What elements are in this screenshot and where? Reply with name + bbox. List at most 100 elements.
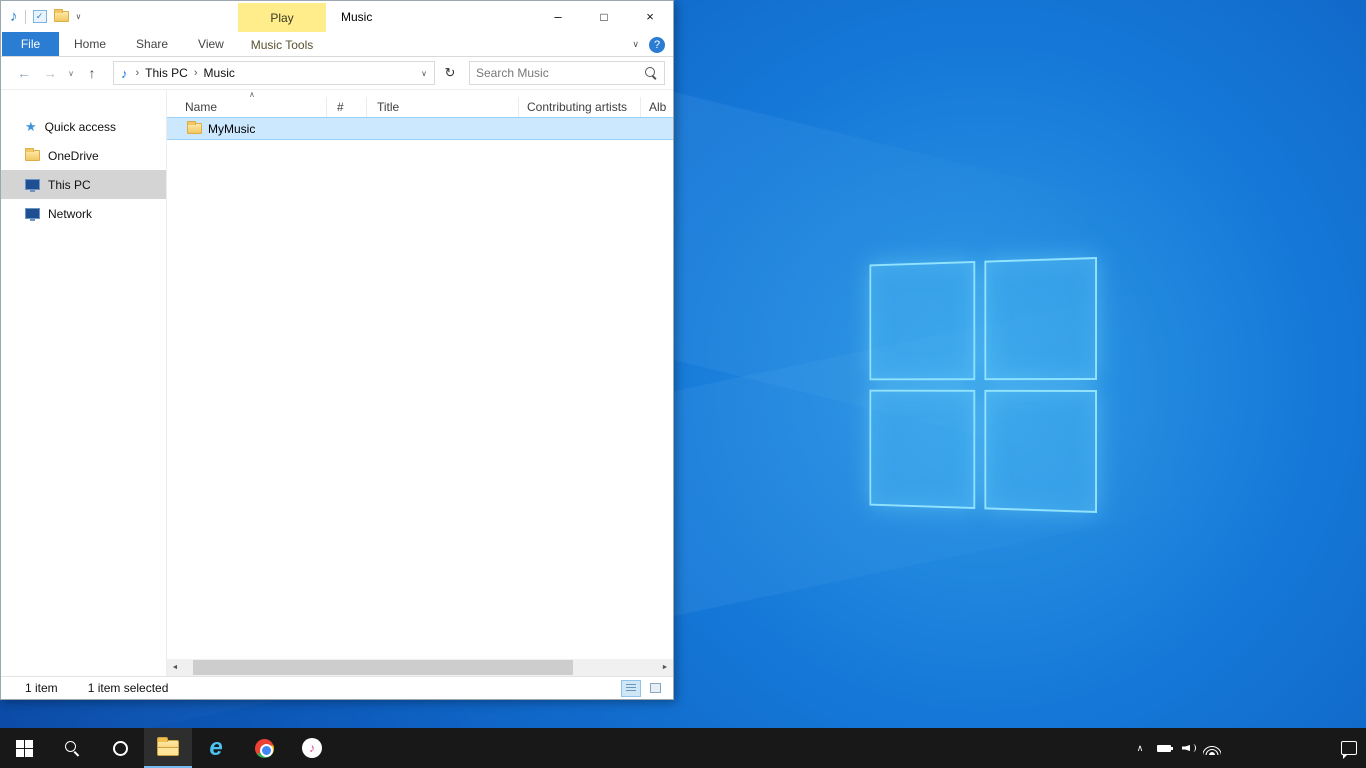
breadcrumb-chevron-icon: ›: [134, 67, 142, 79]
sidebar-item-label: This PC: [48, 178, 91, 192]
tab-share[interactable]: Share: [121, 32, 183, 56]
column-header-title[interactable]: Title: [367, 97, 519, 117]
windows-logo-pane: [984, 390, 1097, 513]
address-dropdown-icon[interactable]: ∨: [414, 62, 434, 84]
navigation-pane: ★ Quick access OneDrive This PC Network: [1, 90, 167, 676]
details-view-button[interactable]: [621, 680, 641, 697]
address-bar[interactable]: ♪ › This PC › Music ∨: [113, 61, 435, 85]
windows-logo-pane: [869, 390, 975, 509]
new-folder-button[interactable]: [54, 11, 69, 22]
file-explorer-icon: [157, 740, 179, 756]
ribbon-tab-row: File Home Share View Music Tools ∨ ?: [1, 32, 673, 57]
title-bar[interactable]: ♪ ✓ ∨ Play Music – □ ×: [1, 1, 673, 32]
file-row-mymusic[interactable]: MyMusic: [167, 117, 673, 140]
windows-logo: [869, 257, 1097, 513]
action-center-icon: [1341, 741, 1357, 755]
sidebar-item-onedrive[interactable]: OneDrive: [1, 141, 166, 170]
tab-home[interactable]: Home: [59, 32, 121, 56]
cortana-icon: [113, 741, 128, 756]
tab-file[interactable]: File: [2, 32, 59, 56]
file-explorer-window: ♪ ✓ ∨ Play Music – □ × File Home Share V…: [0, 0, 674, 700]
navigation-bar: ← → ∨ ↑ ♪ › This PC › Music ∨ ↻: [1, 57, 673, 90]
back-button[interactable]: ←: [13, 62, 35, 84]
search-icon: [64, 740, 80, 756]
search-box: [469, 61, 665, 85]
sidebar-item-label: Quick access: [45, 120, 116, 134]
column-header-row: ∧ Name # Title Contributing artists Alb: [167, 90, 673, 117]
scrollbar-track[interactable]: [183, 659, 657, 676]
breadcrumb-chevron-icon: ›: [192, 67, 200, 79]
minimize-button[interactable]: –: [535, 1, 581, 32]
details-view-icon: [626, 684, 636, 693]
volume-status[interactable]: [1176, 728, 1200, 768]
sidebar-item-this-pc[interactable]: This PC: [1, 170, 166, 199]
taskbar-file-explorer-button[interactable]: [144, 728, 192, 768]
forward-button[interactable]: →: [39, 62, 61, 84]
column-header-album[interactable]: Alb: [641, 97, 673, 117]
properties-button[interactable]: ✓: [33, 10, 47, 23]
scrollbar-thumb[interactable]: [193, 660, 573, 675]
internet-explorer-button[interactable]: e: [192, 728, 240, 768]
app-music-icon: ♪: [10, 9, 18, 24]
sidebar-item-label: OneDrive: [48, 149, 99, 163]
horizontal-scrollbar[interactable]: ◄ ►: [167, 659, 673, 676]
contextual-group-play: Play: [238, 3, 326, 32]
breadcrumb-this-pc[interactable]: This PC: [141, 66, 192, 80]
maximize-button[interactable]: □: [581, 1, 627, 32]
sort-ascending-icon[interactable]: ∧: [249, 90, 255, 99]
selection-count-label: 1 item selected: [88, 681, 169, 695]
desktop-wallpaper: ♪ ✓ ∨ Play Music – □ × File Home Share V…: [0, 0, 1366, 728]
explorer-content: ★ Quick access OneDrive This PC Network: [1, 90, 673, 676]
item-count-label: 1 item: [25, 681, 58, 695]
battery-status[interactable]: [1152, 728, 1176, 768]
show-hidden-icons-button[interactable]: ∧: [1128, 728, 1152, 768]
action-center-button[interactable]: [1332, 741, 1366, 755]
search-icon[interactable]: [644, 66, 658, 80]
column-header-number[interactable]: #: [327, 97, 367, 117]
customize-toolbar-dropdown[interactable]: ∨: [76, 12, 82, 21]
start-button[interactable]: [0, 728, 48, 768]
network-status[interactable]: [1200, 728, 1224, 768]
file-name-label: MyMusic: [208, 122, 255, 136]
windows-logo-pane: [869, 261, 975, 380]
column-header-contributing-artists[interactable]: Contributing artists: [519, 97, 641, 117]
quick-access-toolbar: ♪ ✓ ∨: [1, 9, 81, 24]
large-icons-view-icon: [650, 683, 661, 693]
folder-icon: [187, 123, 202, 134]
chrome-icon: [255, 739, 274, 758]
sidebar-item-quick-access[interactable]: ★ Quick access: [1, 112, 166, 141]
scroll-left-icon[interactable]: ◄: [167, 664, 183, 671]
scroll-right-icon[interactable]: ►: [657, 664, 673, 671]
tab-row-right: ∨ ?: [632, 32, 665, 57]
sidebar-item-network[interactable]: Network: [1, 199, 166, 228]
file-list[interactable]: MyMusic: [167, 117, 673, 659]
internet-explorer-icon: e: [209, 736, 222, 760]
onedrive-icon: [25, 150, 40, 161]
search-input[interactable]: [470, 66, 644, 80]
large-icons-view-button[interactable]: [645, 680, 665, 697]
refresh-button[interactable]: ↻: [439, 61, 461, 85]
file-list-pane: ∧ Name # Title Contributing artists Alb …: [167, 90, 673, 676]
tab-music-tools[interactable]: Music Tools: [238, 32, 326, 57]
close-button[interactable]: ×: [627, 1, 673, 32]
recent-locations-dropdown[interactable]: ∨: [65, 62, 77, 84]
taskbar-search-button[interactable]: [48, 728, 96, 768]
chrome-button[interactable]: [240, 728, 288, 768]
help-icon[interactable]: ?: [649, 37, 665, 53]
breadcrumb-music[interactable]: Music: [200, 66, 239, 80]
address-music-icon: ♪: [114, 66, 134, 81]
view-toggles: [621, 680, 665, 697]
window-title: Music: [341, 10, 372, 24]
up-button[interactable]: ↑: [81, 62, 103, 84]
wifi-icon: [1203, 742, 1221, 755]
music-app-button[interactable]: ♪: [288, 728, 336, 768]
network-icon: [25, 208, 40, 219]
windows-logo-pane: [984, 257, 1097, 380]
file-name-cell: MyMusic: [167, 122, 327, 136]
toolbar-divider: [25, 10, 26, 24]
cortana-button[interactable]: [96, 728, 144, 768]
expand-ribbon-chevron-icon[interactable]: ∨: [632, 39, 639, 50]
taskbar: e ♪ ∧: [0, 728, 1366, 768]
column-header-name[interactable]: Name: [167, 97, 327, 117]
tab-view[interactable]: View: [183, 32, 239, 56]
